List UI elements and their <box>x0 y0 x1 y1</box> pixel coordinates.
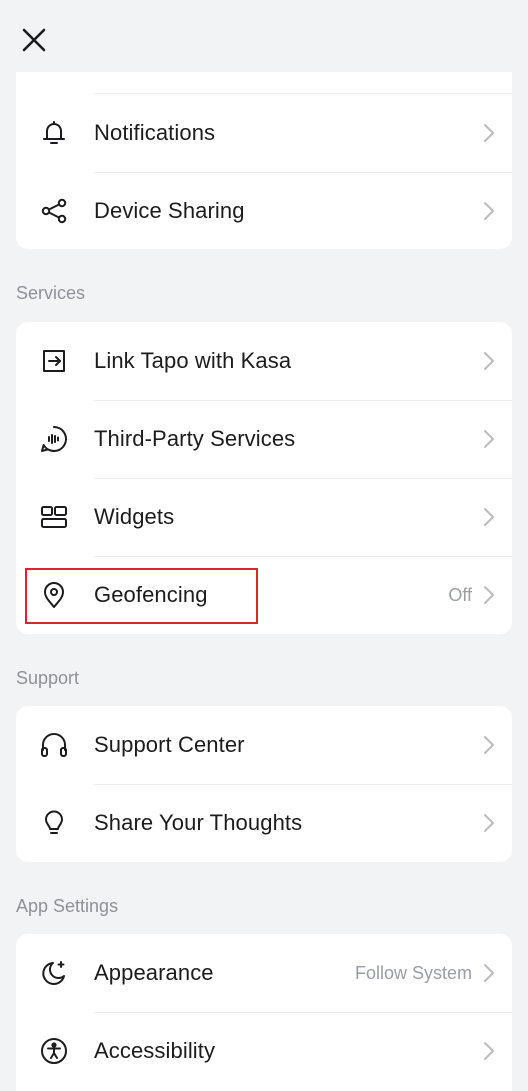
accessibility-icon <box>38 1035 70 1067</box>
chevron-right-icon <box>482 506 496 528</box>
chevron-right-icon <box>482 122 496 144</box>
chevron-right-icon <box>482 584 496 606</box>
chevron-right-icon <box>482 200 496 222</box>
app-settings-section-title: App Settings <box>16 896 119 916</box>
account-settings-card: Notifications Device Sharing <box>16 72 512 249</box>
chevron-right-icon <box>482 350 496 372</box>
bell-icon <box>38 117 70 149</box>
support-center-label: Support Center <box>94 732 245 757</box>
link-arrow-icon <box>38 345 70 377</box>
voice-chat-icon <box>38 423 70 455</box>
settings-page: Notifications Device Sharing Services Li… <box>0 0 528 1091</box>
device-sharing-row[interactable]: Device Sharing <box>16 172 512 249</box>
lightbulb-icon <box>38 807 70 839</box>
device-sharing-label: Device Sharing <box>94 198 245 223</box>
services-card: Link Tapo with Kasa Third-Party Services <box>16 322 512 634</box>
third-party-services-row[interactable]: Third-Party Services <box>16 400 512 478</box>
third-party-services-label: Third-Party Services <box>94 426 296 451</box>
close-button[interactable] <box>16 22 52 58</box>
chevron-right-icon <box>482 428 496 450</box>
chevron-right-icon <box>482 734 496 756</box>
app-settings-card: Appearance Follow System Accessibility <box>16 934 512 1091</box>
support-center-row[interactable]: Support Center <box>16 706 512 784</box>
geofencing-row[interactable]: Geofencing Off <box>16 556 512 634</box>
geofencing-label: Geofencing <box>94 582 208 607</box>
headset-icon <box>38 729 70 761</box>
geofencing-status-value: Off <box>448 584 472 605</box>
support-section-title: Support <box>16 668 80 688</box>
share-thoughts-label: Share Your Thoughts <box>94 810 303 835</box>
share-thoughts-row[interactable]: Share Your Thoughts <box>16 784 512 862</box>
support-card: Support Center Share Your Thoughts <box>16 706 512 862</box>
close-icon <box>22 28 46 52</box>
widgets-label: Widgets <box>94 504 175 529</box>
accessibility-label: Accessibility <box>94 1038 216 1063</box>
services-section-title: Services <box>16 283 86 303</box>
appearance-row[interactable]: Appearance Follow System <box>16 934 512 1012</box>
notifications-label: Notifications <box>94 120 216 145</box>
widgets-icon <box>38 501 70 533</box>
notifications-row[interactable]: Notifications <box>16 94 512 172</box>
chevron-right-icon <box>482 962 496 984</box>
chevron-right-icon <box>482 1040 496 1062</box>
widgets-row[interactable]: Widgets <box>16 478 512 556</box>
chevron-right-icon <box>482 812 496 834</box>
appearance-value: Follow System <box>354 962 472 983</box>
appearance-label: Appearance <box>94 960 214 985</box>
location-pin-icon <box>38 579 70 611</box>
link-tapo-kasa-label: Link Tapo with Kasa <box>94 348 292 373</box>
share-icon <box>38 195 70 227</box>
moon-icon <box>38 957 70 989</box>
top-bar <box>0 0 528 72</box>
link-tapo-kasa-row[interactable]: Link Tapo with Kasa <box>16 322 512 400</box>
accessibility-row[interactable]: Accessibility <box>16 1012 512 1090</box>
